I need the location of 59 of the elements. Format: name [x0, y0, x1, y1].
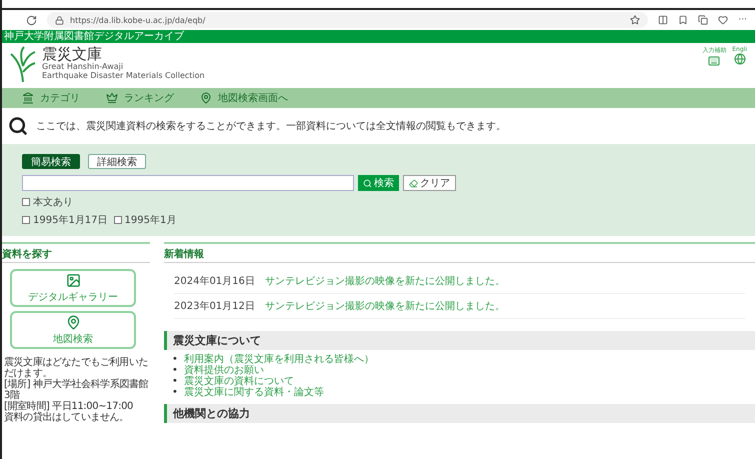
bullet: •	[172, 354, 178, 365]
info-text: [開室時間] 平日11:00~17:00	[4, 401, 134, 412]
copy-icon[interactable]	[698, 15, 708, 25]
section-heading: 資料を探す	[2, 244, 150, 263]
keyboard-icon	[708, 55, 720, 67]
checkbox-option[interactable]: 1995年1月17日	[22, 213, 108, 227]
section-heading: 新着情報	[164, 244, 755, 263]
news-link[interactable]: サンテレビジョン撮影の映像を新たに公開しました。	[264, 274, 505, 288]
crown-icon	[106, 92, 118, 104]
bookmark-icon[interactable]	[678, 15, 688, 25]
nav-link[interactable]: 地図検索画面へ	[200, 91, 288, 105]
news-link[interactable]: サンテレビジョン撮影の映像を新たに公開しました。	[264, 299, 505, 313]
site-subtitle: Great Hanshin-Awaji	[42, 62, 124, 71]
section-heading-bar: 震災文庫について	[164, 331, 755, 350]
nav-link[interactable]: カテゴリ	[22, 91, 80, 105]
more-menu-button[interactable]: ···	[738, 15, 747, 25]
globe-icon	[734, 53, 746, 65]
search-tab[interactable]: 簡易検索	[22, 154, 80, 169]
clear-button[interactable]: クリア	[403, 175, 456, 191]
plant-logo-icon	[10, 46, 36, 82]
checkbox-option[interactable]: 1995年1月	[114, 213, 176, 227]
search-field[interactable]	[22, 175, 354, 191]
reload-icon[interactable]	[26, 14, 37, 26]
split-view-icon[interactable]	[658, 15, 668, 25]
site-subtitle: Earthquake Disaster Materials Collection	[42, 71, 205, 80]
intro-text: ここでは、震災関連資料の検索をすることができます。一部資料については全文情報の閲覧もできます。	[36, 120, 506, 133]
site-logo-title: 震災文庫	[42, 46, 102, 62]
news-date: 2023年01月12日	[174, 300, 255, 313]
search-button[interactable]: 検索	[358, 175, 399, 191]
address-bar[interactable]: https://da.lib.kobe-u.ac.jp/da/eqb/	[47, 12, 648, 28]
list-link[interactable]: 震災文庫に関する資料・論文等	[184, 387, 324, 398]
news-date: 2024年01月16日	[174, 275, 255, 288]
section-heading-bar: 他機関との協力	[164, 404, 755, 423]
building-icon	[22, 92, 34, 104]
info-text: 震災文庫はどなたでもご利用いただけます。	[4, 357, 150, 379]
info-text: 資料の貸出はしていません。	[4, 412, 130, 423]
checkbox-option[interactable]: 本文あり	[22, 195, 73, 209]
map-pin-icon	[66, 314, 80, 330]
eraser-icon	[409, 178, 418, 188]
list-link[interactable]: 利用案内（震災文庫を利用される皆様へ）	[184, 354, 374, 365]
link-card[interactable]: デジタルギャラリー	[10, 269, 136, 307]
url-text: https://da.lib.kobe-u.ac.jp/da/eqb/	[70, 16, 206, 24]
search-tab[interactable]: 詳細検索	[88, 154, 146, 169]
heart-icon[interactable]	[718, 15, 728, 25]
bullet: •	[172, 376, 178, 387]
bullet: •	[172, 387, 178, 398]
picture-icon	[66, 272, 80, 288]
list-link[interactable]: 震災文庫の資料について	[184, 376, 294, 387]
site-title[interactable]: 神戸大学附属図書館デジタルアーカイブ	[4, 31, 184, 42]
link-card[interactable]: 地図検索	[10, 311, 136, 349]
star-icon[interactable]	[630, 15, 640, 25]
map-pin-icon	[200, 92, 212, 104]
lock-icon	[55, 16, 64, 24]
search-icon	[363, 178, 372, 188]
search-icon	[8, 116, 28, 136]
list-link[interactable]: 資料提供のお願い	[184, 365, 264, 376]
info-text: [場所] 神戸大学社会科学系図書館 3階	[4, 379, 150, 401]
nav-link[interactable]: ランキング	[106, 91, 174, 105]
bullet: •	[172, 365, 178, 376]
